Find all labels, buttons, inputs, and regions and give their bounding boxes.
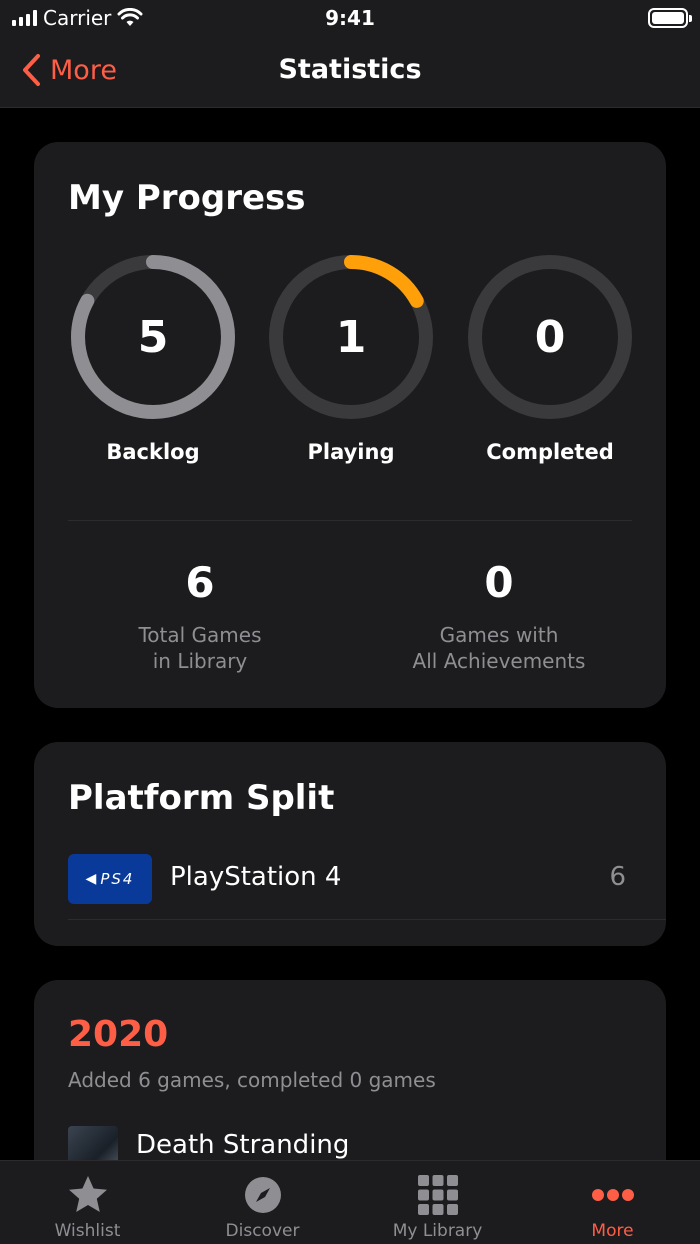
playing-count: 1	[335, 311, 367, 363]
backlog-ring: 5	[68, 252, 238, 422]
progress-title: My Progress	[68, 178, 306, 218]
tab-discover[interactable]: Discover	[175, 1161, 350, 1244]
tab-my-library[interactable]: My Library	[350, 1161, 525, 1244]
tab-more[interactable]: More	[525, 1161, 700, 1244]
backlog-label: Backlog	[106, 440, 200, 464]
platform-card: Platform Split ◀ PS4 PlayStation 4 6	[34, 742, 666, 946]
achievements-label: Games with All Achievements	[412, 623, 586, 673]
navigation-bar: More Statistics	[0, 36, 700, 108]
playing-ring: 1	[266, 252, 436, 422]
platform-count: 6	[609, 862, 626, 892]
platform-name: PlayStation 4	[170, 862, 342, 892]
platform-title: Platform Split	[68, 778, 335, 818]
playstation-icon: ◀	[85, 871, 97, 887]
progress-divider	[68, 520, 632, 521]
compass-icon	[244, 1177, 281, 1213]
backlog-count: 5	[137, 311, 169, 363]
completed-count: 0	[534, 311, 566, 363]
progress-card: My Progress 5 Backlog 1 Playing 0 Comple…	[34, 142, 666, 708]
year-title: 2020	[68, 1014, 169, 1055]
tab-bar: Wishlist Discover My Library More	[0, 1160, 700, 1244]
tab-wishlist[interactable]: Wishlist	[0, 1161, 175, 1244]
achievements-count: 0	[484, 558, 514, 607]
total-games-count: 6	[185, 558, 215, 607]
ps4-logo: ◀ PS4	[68, 854, 152, 904]
completed-ring: 0	[465, 252, 635, 422]
status-time: 9:41	[325, 6, 375, 30]
more-icon	[591, 1189, 634, 1201]
back-label: More	[50, 54, 117, 86]
completed-label: Completed	[486, 440, 614, 464]
status-bar: Carrier 9:41	[0, 0, 700, 36]
star-icon	[68, 1176, 107, 1212]
game-name: Death Stranding	[136, 1130, 350, 1160]
year-summary: Added 6 games, completed 0 games	[68, 1068, 436, 1092]
back-button[interactable]: More	[20, 52, 117, 88]
playing-label: Playing	[307, 440, 395, 464]
total-games-label: Total Games in Library	[138, 623, 262, 673]
platform-row-ps4[interactable]: ◀ PS4 PlayStation 4 6	[68, 854, 666, 920]
chevron-left-icon	[23, 54, 40, 86]
grid-icon	[417, 1175, 458, 1215]
battery-icon	[648, 8, 692, 28]
